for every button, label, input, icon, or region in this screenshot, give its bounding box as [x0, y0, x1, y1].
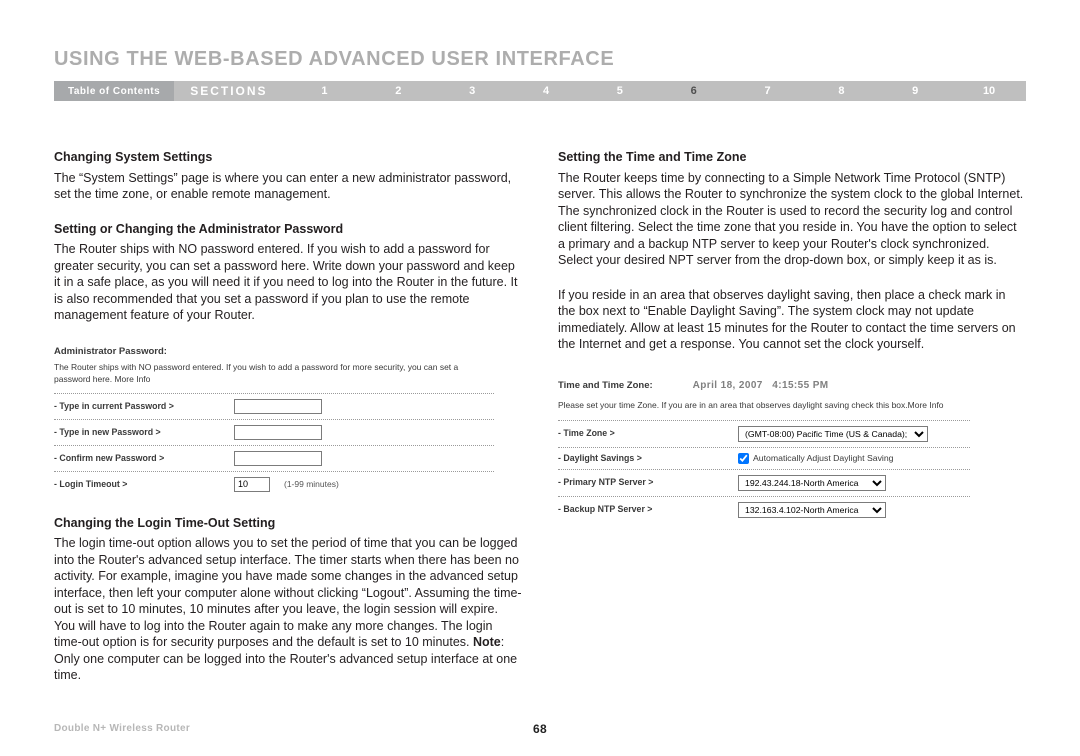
fig2-time-zone-label: - Time Zone >: [558, 428, 728, 440]
right-column: Setting the Time and Time Zone The Route…: [558, 149, 1026, 702]
page-title: USING THE WEB-BASED ADVANCED USER INTERF…: [54, 48, 1026, 71]
heading-changing-system-settings: Changing System Settings: [54, 149, 522, 166]
fig1-current-password-label: - Type in current Password >: [54, 401, 224, 413]
fig2-row-backup-ntp: - Backup NTP Server > 132.163.4.102-Nort…: [558, 496, 970, 523]
toc-link[interactable]: Table of Contents: [54, 81, 174, 101]
section-nav-bar: Table of Contents SECTIONS 1 2 3 4 5 6 7…: [54, 81, 1026, 101]
daylight-checkbox[interactable]: [738, 453, 749, 464]
fig1-title: Administrator Password:: [54, 346, 494, 359]
fig1-confirm-password-label: - Confirm new Password >: [54, 453, 224, 465]
fig2-row-daylight: - Daylight Savings > Automatically Adjus…: [558, 447, 970, 470]
fig2-datetime: April 18, 2007 4:15:55 PM: [693, 379, 829, 392]
left-column: Changing System Settings The “System Set…: [54, 149, 522, 702]
content-columns: Changing System Settings The “System Set…: [54, 149, 1026, 702]
manual-page: USING THE WEB-BASED ADVANCED USER INTERF…: [0, 0, 1080, 756]
para-system-settings: The “System Settings” page is where you …: [54, 170, 522, 203]
fig1-row-confirm-password: - Confirm new Password >: [54, 445, 494, 471]
section-link-1[interactable]: 1: [288, 85, 362, 97]
fig1-row-login-timeout: - Login Timeout > (1-99 minutes): [54, 471, 494, 497]
section-link-3[interactable]: 3: [435, 85, 509, 97]
figure-time-zone: Time and Time Zone: April 18, 2007 4:15:…: [558, 375, 970, 524]
section-link-9[interactable]: 9: [878, 85, 952, 97]
para-login-timeout-a: The login time-out option allows you to …: [54, 536, 522, 649]
confirm-password-input[interactable]: [234, 451, 322, 466]
heading-time-zone: Setting the Time and Time Zone: [558, 149, 1026, 166]
fig2-row-primary-ntp: - Primary NTP Server > 192.43.244.18-Nor…: [558, 469, 970, 496]
page-footer: Double N+ Wireless Router 68: [54, 723, 1026, 734]
primary-ntp-select[interactable]: 192.43.244.18-North America: [738, 475, 886, 491]
fig2-daylight-label: - Daylight Savings >: [558, 453, 728, 465]
daylight-checkbox-label: Automatically Adjust Daylight Saving: [753, 453, 894, 464]
section-link-2[interactable]: 2: [361, 85, 435, 97]
backup-ntp-select[interactable]: 132.163.4.102-North America: [738, 502, 886, 518]
section-numbers: 1 2 3 4 5 6 7 8 9 10: [288, 81, 1026, 101]
para-time-zone-1: The Router keeps time by connecting to a…: [558, 170, 1026, 269]
para-admin-password: The Router ships with NO password entere…: [54, 241, 522, 324]
section-link-4[interactable]: 4: [509, 85, 583, 97]
heading-login-timeout: Changing the Login Time-Out Setting: [54, 515, 522, 532]
login-timeout-input[interactable]: [234, 477, 270, 492]
fig2-desc: Please set your time Zone. If you are in…: [558, 400, 970, 411]
fig2-primary-ntp-label: - Primary NTP Server >: [558, 477, 728, 489]
fig1-row-new-password: - Type in new Password >: [54, 419, 494, 445]
fig1-new-password-label: - Type in new Password >: [54, 427, 224, 439]
page-number: 68: [54, 722, 1026, 736]
fig1-desc: The Router ships with NO password entere…: [54, 362, 494, 385]
para-time-zone-2: If you reside in an area that observes d…: [558, 287, 1026, 353]
figure-admin-password: Administrator Password: The Router ships…: [54, 342, 494, 497]
section-link-7[interactable]: 7: [731, 85, 805, 97]
fig2-backup-ntp-label: - Backup NTP Server >: [558, 504, 728, 516]
fig1-login-timeout-hint: (1-99 minutes): [284, 479, 339, 490]
fig1-login-timeout-label: - Login Timeout >: [54, 479, 224, 491]
current-password-input[interactable]: [234, 399, 322, 414]
section-link-5[interactable]: 5: [583, 85, 657, 97]
time-zone-select[interactable]: (GMT-08:00) Pacific Time (US & Canada); …: [738, 426, 928, 442]
fig2-row-time-zone: - Time Zone > (GMT-08:00) Pacific Time (…: [558, 420, 970, 447]
heading-admin-password: Setting or Changing the Administrator Pa…: [54, 221, 522, 238]
sections-label: SECTIONS: [174, 81, 287, 101]
new-password-input[interactable]: [234, 425, 322, 440]
fig2-title: Time and Time Zone:: [558, 380, 653, 393]
section-link-10[interactable]: 10: [952, 85, 1026, 97]
fig1-row-current-password: - Type in current Password >: [54, 393, 494, 419]
note-label: Note: [473, 635, 501, 649]
para-login-timeout: The login time-out option allows you to …: [54, 535, 522, 684]
section-link-6[interactable]: 6: [657, 85, 731, 97]
section-link-8[interactable]: 8: [804, 85, 878, 97]
